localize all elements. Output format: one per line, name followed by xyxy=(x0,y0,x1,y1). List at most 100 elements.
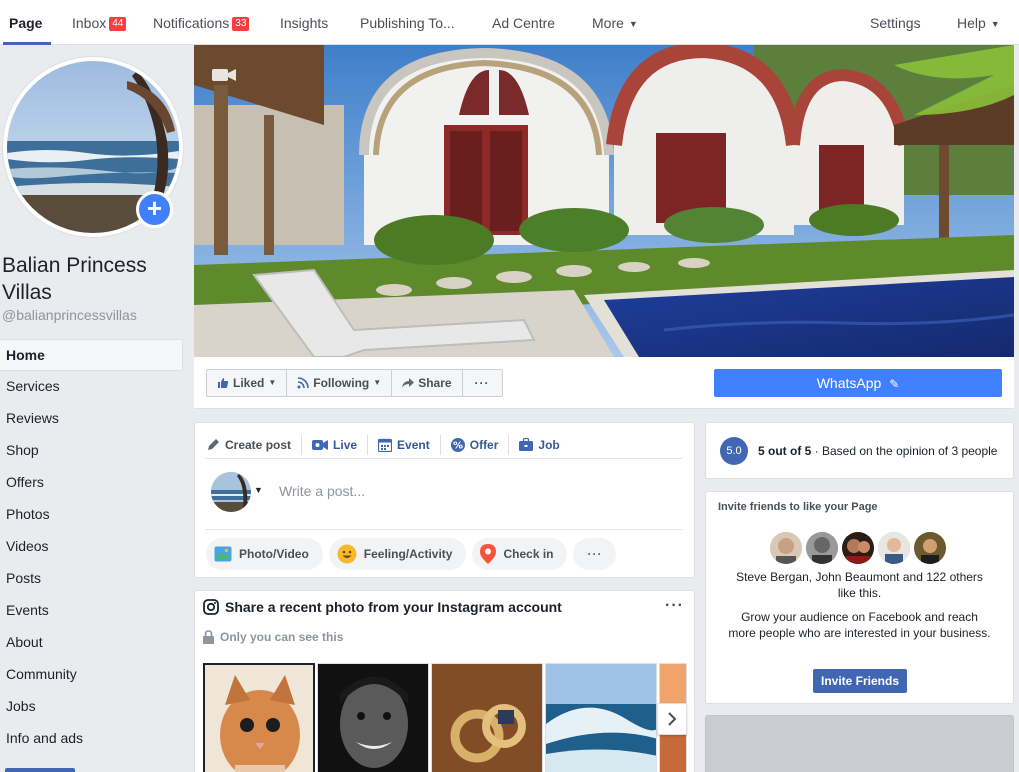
composer-tab-live[interactable]: Live xyxy=(302,434,369,455)
friend-photo xyxy=(770,532,802,564)
rating-basis: · Based on the opinion of 3 people xyxy=(811,444,998,458)
add-profile-photo-icon[interactable]: + xyxy=(136,191,173,228)
inbox-count-badge: 44 xyxy=(109,17,127,31)
instagram-photo[interactable] xyxy=(317,663,429,772)
composer-tab-event[interactable]: Event xyxy=(368,434,441,455)
page-action-bar: Liked ▼ Following ▼ Share ··· WhatsApp ✎ xyxy=(194,357,1014,409)
tab-inbox[interactable]: Inbox 44 xyxy=(72,0,127,45)
whatsapp-label: WhatsApp xyxy=(816,375,882,391)
sidebar-item-home[interactable]: Home xyxy=(0,339,183,371)
tab-insights-label: Insights xyxy=(280,15,329,31)
more-options-button[interactable]: ··· xyxy=(573,538,617,570)
tab-more[interactable]: More ▼ xyxy=(592,0,638,45)
composer-divider xyxy=(205,529,682,530)
sidebar-item-community[interactable]: Community xyxy=(0,659,183,691)
composer-avatar[interactable] xyxy=(211,472,251,512)
photo-video-button[interactable]: Photo/Video xyxy=(206,538,323,570)
liked-button[interactable]: Liked ▼ xyxy=(207,370,288,396)
next-photos-button[interactable] xyxy=(657,703,687,735)
check-in-button[interactable]: Check in xyxy=(472,538,568,570)
more-actions-button[interactable]: ··· xyxy=(463,370,502,396)
sidebar-item-videos[interactable]: Videos xyxy=(0,531,183,563)
cover-photo[interactable] xyxy=(194,45,1014,357)
composer-tab-offer[interactable]: % Offer xyxy=(441,434,510,455)
caret-down-icon[interactable]: ▼ xyxy=(254,485,263,495)
page-sidebar-nav: Home Services Reviews Shop Offers Photos… xyxy=(0,339,183,755)
tab-notifications[interactable]: Notifications 33 xyxy=(153,0,250,45)
create-post-label: Create post xyxy=(225,437,292,452)
grow-audience-text: Grow your audience on Facebook and reach… xyxy=(728,610,991,640)
following-label: Following xyxy=(313,376,370,390)
sidebar-item-reviews[interactable]: Reviews xyxy=(0,403,183,435)
offer-label: Offer xyxy=(469,437,499,452)
avatar[interactable] xyxy=(770,532,802,564)
rating-summary-text: 5 out of 5 · Based on the opinion of 3 p… xyxy=(758,444,997,458)
page-username[interactable]: @balianprincessvillas xyxy=(2,307,137,323)
page-tab-bar: Page Inbox 44 Notifications 33 Insights Pu… xyxy=(0,0,1019,45)
event-label: Event xyxy=(397,437,430,452)
tab-more-label: More xyxy=(592,15,624,31)
thumbs-up-icon xyxy=(218,378,229,388)
post-composer: Create post Live Event % Offer Job ▼ Pho… xyxy=(194,422,695,578)
video-camera-icon[interactable] xyxy=(212,67,236,83)
tab-publishing-tools[interactable]: Publishing To... xyxy=(360,0,455,45)
pencil-icon xyxy=(208,439,219,450)
offer-percent-icon: % xyxy=(450,437,465,452)
promote-button[interactable] xyxy=(5,768,75,772)
friends-like-text: Steve Bergan, John Beaumont and 122 othe… xyxy=(736,570,983,600)
help-menu[interactable]: Help ▼ xyxy=(957,0,1000,45)
rating-score-badge: 5.0 xyxy=(720,437,748,465)
write-post-input[interactable] xyxy=(279,475,669,507)
composer-tab-create-post[interactable]: Create post xyxy=(205,434,303,455)
instagram-photo[interactable] xyxy=(545,663,657,772)
instagram-photo[interactable] xyxy=(203,663,315,772)
sidebar-item-services[interactable]: Services xyxy=(0,371,183,403)
share-button[interactable]: Share xyxy=(392,370,463,396)
sidebar-item-events[interactable]: Events xyxy=(0,595,183,627)
whatsapp-button[interactable]: WhatsApp ✎ xyxy=(714,369,1002,397)
friend-photo xyxy=(914,532,946,564)
invite-friends-button[interactable]: Invite Friends xyxy=(813,669,907,693)
instagram-more-button[interactable]: ··· xyxy=(665,597,684,615)
rating-summary-card[interactable]: 5.0 5 out of 5 · Based on the opinion of… xyxy=(705,422,1014,479)
avatar[interactable] xyxy=(842,532,874,564)
sidebar-item-photos[interactable]: Photos xyxy=(0,499,183,531)
composer-tab-job[interactable]: Job xyxy=(509,435,569,455)
tab-publishing-label: Publishing To... xyxy=(360,15,455,31)
sidebar-item-info-and-ads[interactable]: Info and ads xyxy=(0,723,183,755)
tab-page[interactable]: Page xyxy=(3,0,51,45)
rating-out-of: 5 out of 5 xyxy=(758,444,812,458)
instagram-photo-strip xyxy=(203,663,687,772)
svg-text:%: % xyxy=(453,440,463,451)
pencil-edit-icon[interactable]: ✎ xyxy=(889,377,899,391)
following-button[interactable]: Following ▼ xyxy=(287,370,393,396)
avatar[interactable] xyxy=(914,532,946,564)
instagram-photo[interactable] xyxy=(431,663,543,772)
sidebar-item-posts[interactable]: Posts xyxy=(0,563,183,595)
avatar[interactable] xyxy=(878,532,910,564)
avatar[interactable] xyxy=(806,532,838,564)
friend-photo xyxy=(842,532,874,564)
tab-ad-centre[interactable]: Ad Centre xyxy=(492,0,555,45)
composer-options: Photo/Video Feeling/Activity Check in ··… xyxy=(206,538,617,570)
beach-avatar-photo xyxy=(211,472,251,512)
caret-down-icon: ▼ xyxy=(990,19,1000,29)
live-label: Live xyxy=(333,437,358,452)
tab-notifications-label: Notifications xyxy=(153,15,230,31)
kitten-photo xyxy=(205,665,313,772)
villa-pool-photo xyxy=(194,45,1014,357)
wave-photo xyxy=(546,664,656,772)
sidebar-item-jobs[interactable]: Jobs xyxy=(0,691,183,723)
calendar-icon xyxy=(378,438,393,452)
sidebar-item-offers[interactable]: Offers xyxy=(0,467,183,499)
portrait-photo xyxy=(318,664,428,772)
photo-icon xyxy=(214,546,232,562)
sidebar-item-about[interactable]: About xyxy=(0,627,183,659)
briefcase-icon xyxy=(519,438,534,451)
rings-photo xyxy=(432,664,542,772)
feeling-activity-button[interactable]: Feeling/Activity xyxy=(328,538,467,570)
caret-down-icon: ▼ xyxy=(268,378,277,387)
tab-insights[interactable]: Insights xyxy=(280,0,328,45)
settings-link[interactable]: Settings xyxy=(870,0,921,45)
sidebar-item-shop[interactable]: Shop xyxy=(0,435,183,467)
